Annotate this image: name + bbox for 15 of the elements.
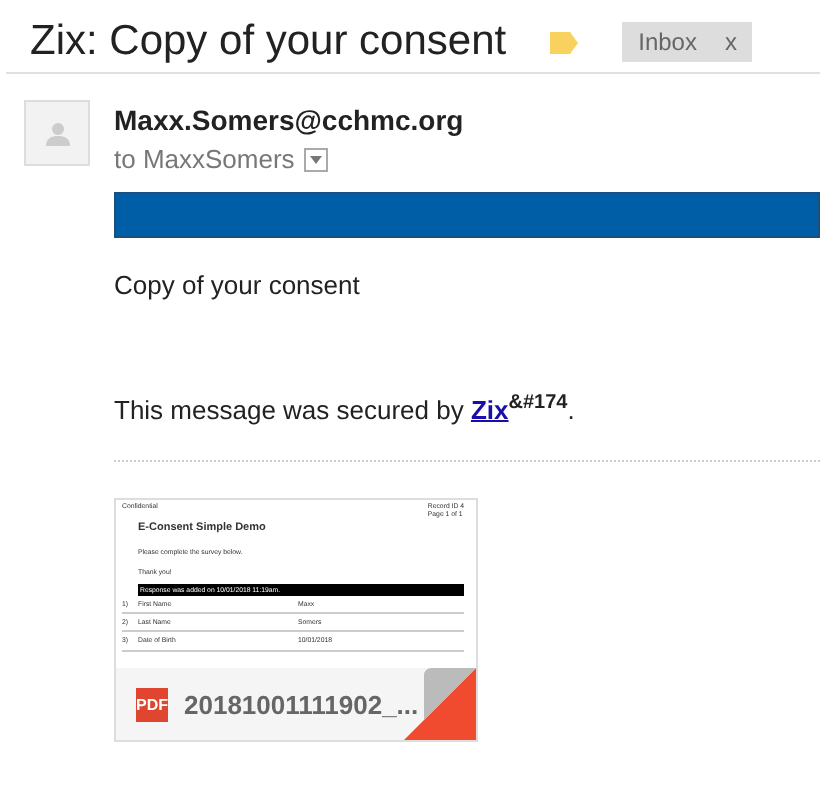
- details-dropdown-button[interactable]: [304, 147, 329, 171]
- message-body: Copy of your consent: [114, 270, 362, 300]
- label-text: Inbox: [638, 28, 697, 56]
- pdf-icon: PDF: [136, 687, 168, 722]
- sender-email: Maxx.Somers@cchmc.org: [114, 104, 466, 136]
- attachment-filename: 20181001111902_...: [184, 689, 419, 720]
- attachment-card[interactable]: [114, 498, 478, 743]
- recipient-text: to MaxxSomers: [114, 144, 295, 174]
- remove-label-button[interactable]: x: [724, 28, 737, 56]
- zix-link[interactable]: Zix: [470, 394, 509, 425]
- inbox-label[interactable]: Inbox x: [622, 22, 753, 62]
- caret-icon: [310, 155, 323, 163]
- security-notice: This message was secured by Zix$^{&#174}$.: [114, 392, 577, 425]
- email-subject: Zix: Copy of your consent: [30, 18, 507, 66]
- avatar-icon: [24, 100, 90, 166]
